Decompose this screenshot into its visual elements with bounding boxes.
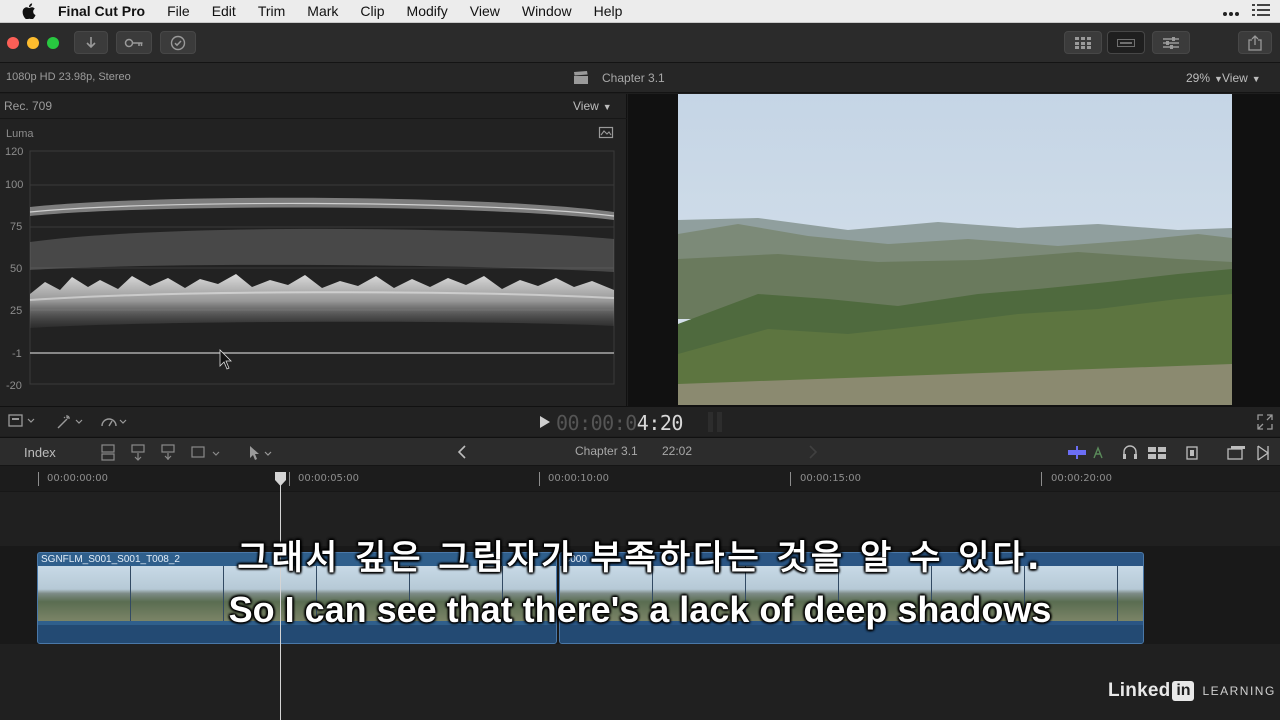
import-icon [84, 36, 98, 50]
brand-tagline: LEARNING [1202, 684, 1276, 698]
import-button[interactable] [74, 31, 108, 54]
project-format: 1080p HD 23.98p, Stereo [6, 71, 131, 83]
brand-box: in [1172, 681, 1195, 701]
viewer-view-label: View [1222, 71, 1248, 85]
menu-clip[interactable]: Clip [349, 3, 395, 19]
subtitle-korean: 그래서 깊은 그림자가 부족하다는 것을 알 수 있다. [237, 538, 1043, 578]
play-icon[interactable] [540, 416, 550, 431]
toolbar [0, 23, 1280, 63]
video-frame [678, 94, 1232, 405]
chevron-down-icon: ▼ [1251, 74, 1261, 84]
select-tool-menu[interactable] [247, 444, 275, 465]
menu-view[interactable]: View [459, 3, 511, 19]
luma-waveform: 120 100 75 50 25 -1 -20 [5, 146, 615, 392]
edit-buttons [100, 444, 225, 465]
menu-modify[interactable]: Modify [396, 3, 459, 19]
timeline-header: Index Chapter 3.1 22:02 [0, 437, 1280, 466]
fullscreen-icon[interactable] [1257, 414, 1273, 433]
linkedin-learning-logo: Linked in LEARNING [1108, 680, 1276, 702]
checkmark-icon [170, 35, 186, 51]
menu-trim[interactable]: Trim [247, 3, 296, 19]
ruler-label: 00:00:00:00 [47, 473, 109, 484]
scale-minus-20: -20 [6, 380, 22, 392]
timeline-tools [1068, 443, 1278, 466]
layout-menu[interactable] [8, 414, 36, 431]
scale-50: 50 [10, 263, 22, 275]
browser-grid-icon [1075, 36, 1091, 49]
audio-meter-icon [706, 410, 726, 437]
playhead-handle[interactable] [275, 472, 286, 486]
playback-controls-bar: 00:00:04:20 [0, 406, 1280, 436]
zoom-window-button[interactable] [47, 37, 59, 49]
ruler-tick [790, 472, 791, 486]
scale-100: 100 [5, 179, 23, 191]
share-icon [1248, 34, 1262, 51]
timeline-project-name: Chapter 3.1 [575, 444, 638, 458]
ruler-tick [38, 472, 39, 486]
timeline-forward-icon[interactable] [808, 445, 818, 462]
ruler-label: 00:00:15:00 [800, 473, 862, 484]
scale-25: 25 [10, 305, 22, 317]
viewer-project-title: Chapter 3.1 [602, 71, 665, 85]
menu-edit[interactable]: Edit [201, 3, 247, 19]
ruler-label: 00:00:20:00 [1051, 473, 1113, 484]
viewer-info-bar: 1080p HD 23.98p, Stereo Chapter 3.1 29% ▼… [0, 63, 1280, 93]
magic-wand-menu[interactable] [56, 414, 86, 433]
browser-toggle-button[interactable] [1064, 31, 1102, 54]
clapper-icon [573, 71, 589, 88]
ruler-tick [1041, 472, 1042, 486]
viewer-zoom-value: 29% [1186, 71, 1211, 85]
viewer-zoom-menu[interactable]: 29% ▼ [1186, 71, 1223, 85]
scope-scale: 120 100 75 50 25 -1 -20 [5, 146, 23, 392]
close-window-button[interactable] [7, 37, 19, 49]
ruler-label: 00:00:05:00 [298, 473, 360, 484]
timecode-value: 4:20 [636, 411, 684, 435]
timecode-leading: 00:00:0 [556, 411, 637, 435]
speed-menu[interactable] [100, 414, 130, 433]
share-button[interactable] [1238, 31, 1272, 54]
timecode-display[interactable]: 00:00:04:20 [556, 411, 683, 435]
menu-help[interactable]: Help [583, 3, 634, 19]
background-tasks-button[interactable] [160, 31, 196, 54]
list-icon[interactable] [1252, 3, 1270, 20]
scale-minus-1: -1 [12, 348, 22, 360]
menu-mark[interactable]: Mark [296, 3, 349, 19]
inspector-button[interactable] [1152, 31, 1190, 54]
index-button[interactable]: Index [24, 445, 56, 460]
brand-word: Linked [1108, 680, 1171, 701]
ruler-tick [539, 472, 540, 486]
keyword-icon [124, 37, 144, 49]
timeline-toggle-icon [1117, 38, 1135, 47]
ruler-tick [289, 472, 290, 486]
menu-app-name[interactable]: Final Cut Pro [54, 3, 156, 19]
timeline-duration: 22:02 [662, 444, 693, 458]
menu-window[interactable]: Window [511, 3, 583, 19]
inspector-icon [1163, 36, 1179, 50]
subtitle-english: So I can see that there's a lack of deep… [228, 589, 1052, 630]
viewer-view-menu[interactable]: View ▼ [1222, 71, 1261, 85]
timeline-toggle-button[interactable] [1107, 31, 1145, 54]
scale-120: 120 [5, 146, 23, 158]
ruler-label: 00:00:10:00 [548, 473, 610, 484]
timeline-back-icon[interactable] [457, 445, 467, 462]
video-scope-panel: Rec. 709 View ▼ Luma 120 100 75 50 25 -1… [0, 94, 627, 406]
timeline-ruler[interactable]: 00:00:00:00 00:00:05:00 00:00:10:00 00:0… [0, 466, 1280, 492]
menu-bar: Final Cut Pro File Edit Trim Mark Clip M… [0, 0, 1280, 23]
menu-file[interactable]: File [156, 3, 201, 19]
keyword-button[interactable] [116, 31, 152, 54]
more-icon[interactable] [1222, 4, 1240, 20]
apple-icon[interactable] [18, 0, 40, 22]
scale-75: 75 [10, 221, 22, 233]
minimize-window-button[interactable] [27, 37, 39, 49]
viewer [628, 94, 1280, 406]
